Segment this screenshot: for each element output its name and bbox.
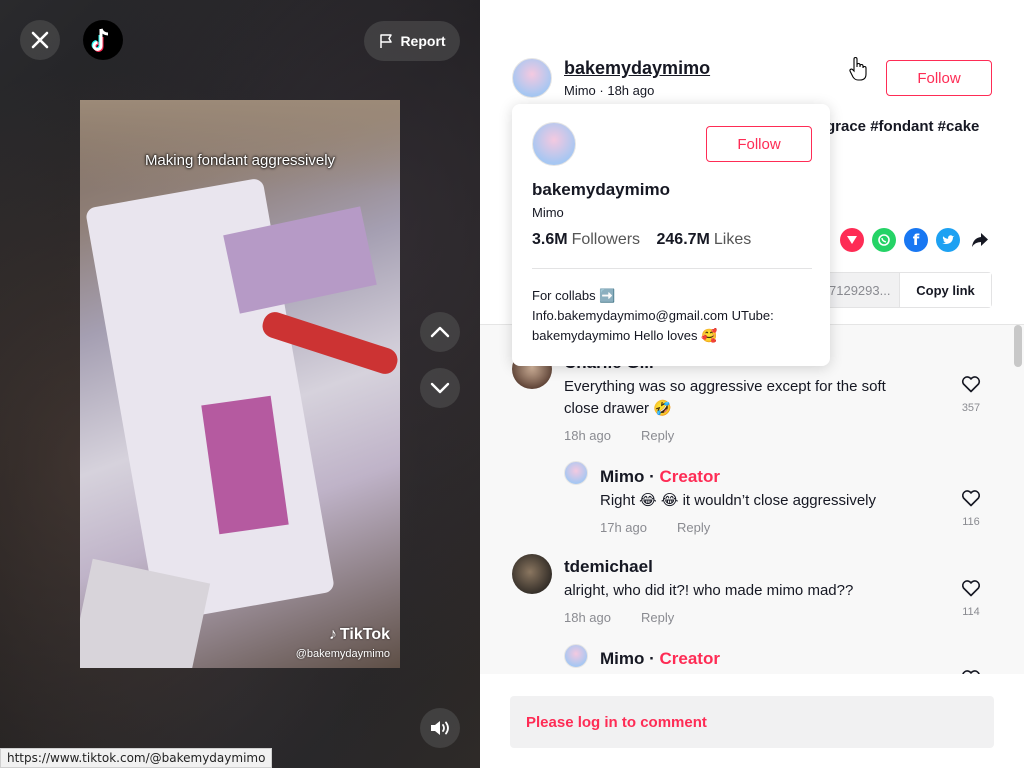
- comment-author[interactable]: Mimo · Creator: [600, 467, 720, 487]
- profile-popover: Follow bakemydaymimo Mimo 3.6M Followers …: [512, 104, 830, 366]
- popover-username[interactable]: bakemydaymimo: [532, 180, 670, 200]
- bio-line: For collabs ➡️: [532, 288, 616, 303]
- author-subline: Mimo · 18h ago: [564, 83, 655, 98]
- comment-item: tdemichael alright, who did it?! who mad…: [480, 545, 1024, 637]
- popover-divider: [532, 268, 812, 269]
- like-count: 116: [962, 516, 980, 528]
- status-bar-url: https://www.tiktok.com/@bakemydaymimo: [0, 748, 273, 768]
- comment-meta: 18h ago Reply: [564, 428, 674, 443]
- video-caption: Making fondant aggressively: [144, 152, 336, 169]
- whatsapp-icon[interactable]: [872, 228, 896, 252]
- video-scene-background: [80, 100, 400, 190]
- speaker-icon: [431, 721, 449, 735]
- close-icon: [31, 31, 49, 49]
- comment-reply-item: Mimo · Creator Right 😂 😂 it wouldn’t clo…: [480, 455, 1024, 545]
- hand-cursor-icon: [849, 57, 867, 81]
- video-description: grace #fondant #cake: [826, 118, 980, 135]
- author-avatar[interactable]: [512, 58, 552, 98]
- login-to-comment-button[interactable]: Please log in to comment: [510, 696, 994, 748]
- volume-button[interactable]: [420, 708, 460, 748]
- comment-text: Right 😂 😂 it wouldn’t close aggressively: [600, 492, 876, 509]
- video-link-box: 7129293... Copy link: [810, 272, 992, 308]
- reply-button[interactable]: Reply: [677, 520, 710, 535]
- share-arrow-icon[interactable]: [968, 228, 992, 252]
- comment-time: 17h ago: [600, 520, 647, 535]
- comment-author-name: Mimo: [600, 467, 645, 486]
- popover-follow-button[interactable]: Follow: [706, 126, 812, 162]
- popover-nickname: Mimo: [532, 205, 564, 220]
- follow-button[interactable]: Follow: [886, 60, 992, 96]
- followers-label: Followers: [571, 231, 641, 248]
- video-watermark: ♪ TikTok @bakemydaymimo: [296, 626, 390, 660]
- comments-list[interactable]: Charlie Gill Everything was so aggressiv…: [480, 324, 1024, 674]
- comment-meta: 18h ago Reply: [564, 610, 674, 625]
- previous-video-button[interactable]: [420, 312, 460, 352]
- comment-author[interactable]: tdemichael: [564, 557, 653, 577]
- heart-icon: [961, 490, 981, 507]
- comment-like-button[interactable]: 116: [959, 489, 983, 528]
- comment-text: Everything was so aggressive except for …: [564, 378, 886, 417]
- like-count: 357: [961, 402, 981, 414]
- post-time: 18h ago: [607, 83, 655, 98]
- twitter-icon[interactable]: [936, 228, 960, 252]
- likes-count: 246.7M: [656, 231, 710, 248]
- comment-meta: 17h ago Reply: [600, 520, 710, 535]
- comment-author-name: Mimo: [600, 649, 645, 668]
- comment-avatar[interactable]: [512, 554, 552, 594]
- video-player[interactable]: Making fondant aggressively ♪ TikTok @ba…: [80, 100, 400, 668]
- likes-label: Likes: [713, 231, 752, 248]
- comment-like-button[interactable]: 357: [959, 375, 983, 414]
- tiktok-watermark-icon: ♪: [328, 626, 337, 643]
- heart-icon: [962, 670, 980, 674]
- next-video-button[interactable]: [420, 368, 460, 408]
- heart-icon: [961, 580, 981, 597]
- creator-badge: Creator: [659, 649, 720, 668]
- share-icons-row: f: [840, 228, 992, 252]
- comment-avatar[interactable]: [564, 644, 588, 668]
- reply-button[interactable]: Reply: [641, 428, 674, 443]
- creator-badge: Creator: [659, 467, 720, 486]
- bio-line: bakemydaymimo Hello loves 🥰: [532, 328, 718, 343]
- tiktok-icon: [91, 28, 109, 52]
- flag-icon: [380, 34, 393, 48]
- popover-bio: For collabs ➡️ Info.bakemydaymimo@gmail.…: [532, 286, 822, 346]
- comment-like-button[interactable]: 114: [959, 579, 983, 618]
- popover-avatar[interactable]: [532, 122, 576, 166]
- close-button[interactable]: [20, 20, 60, 60]
- comment-avatar[interactable]: [564, 461, 588, 485]
- comment-author[interactable]: Mimo · Creator: [600, 649, 720, 669]
- report-button[interactable]: Report: [364, 21, 460, 61]
- watermark-brand: TikTok: [339, 626, 390, 643]
- comment-text: alright, who did it?! who made mimo mad?…: [564, 582, 854, 599]
- copy-link-button[interactable]: Copy link: [899, 273, 991, 307]
- pin-icon[interactable]: [840, 228, 864, 252]
- comment-reply-item: Mimo · Creator: [480, 637, 1024, 674]
- heart-icon: [961, 376, 981, 393]
- comment-time: 18h ago: [564, 610, 611, 625]
- popover-stats: 3.6M Followers 246.7M Likes: [532, 231, 751, 249]
- comment-time: 18h ago: [564, 428, 611, 443]
- tiktok-logo[interactable]: [83, 20, 123, 60]
- watermark-handle: @bakemydaymimo: [295, 648, 390, 660]
- chevron-down-icon: [430, 382, 450, 394]
- followers-count: 3.6M: [532, 231, 568, 248]
- report-label: Report: [400, 33, 446, 49]
- chevron-up-icon: [430, 326, 450, 338]
- author-nickname: Mimo: [564, 83, 596, 98]
- video-pane: Report Making fondant aggressively ♪ Tik…: [0, 0, 480, 768]
- reply-button[interactable]: Reply: [641, 610, 674, 625]
- facebook-icon[interactable]: f: [904, 228, 928, 252]
- comment-like-button[interactable]: [959, 669, 983, 674]
- like-count: 114: [962, 606, 980, 618]
- bio-line: Info.bakemydaymimo@gmail.com UTube:: [532, 308, 774, 323]
- author-username[interactable]: bakemydaymimo: [564, 58, 710, 79]
